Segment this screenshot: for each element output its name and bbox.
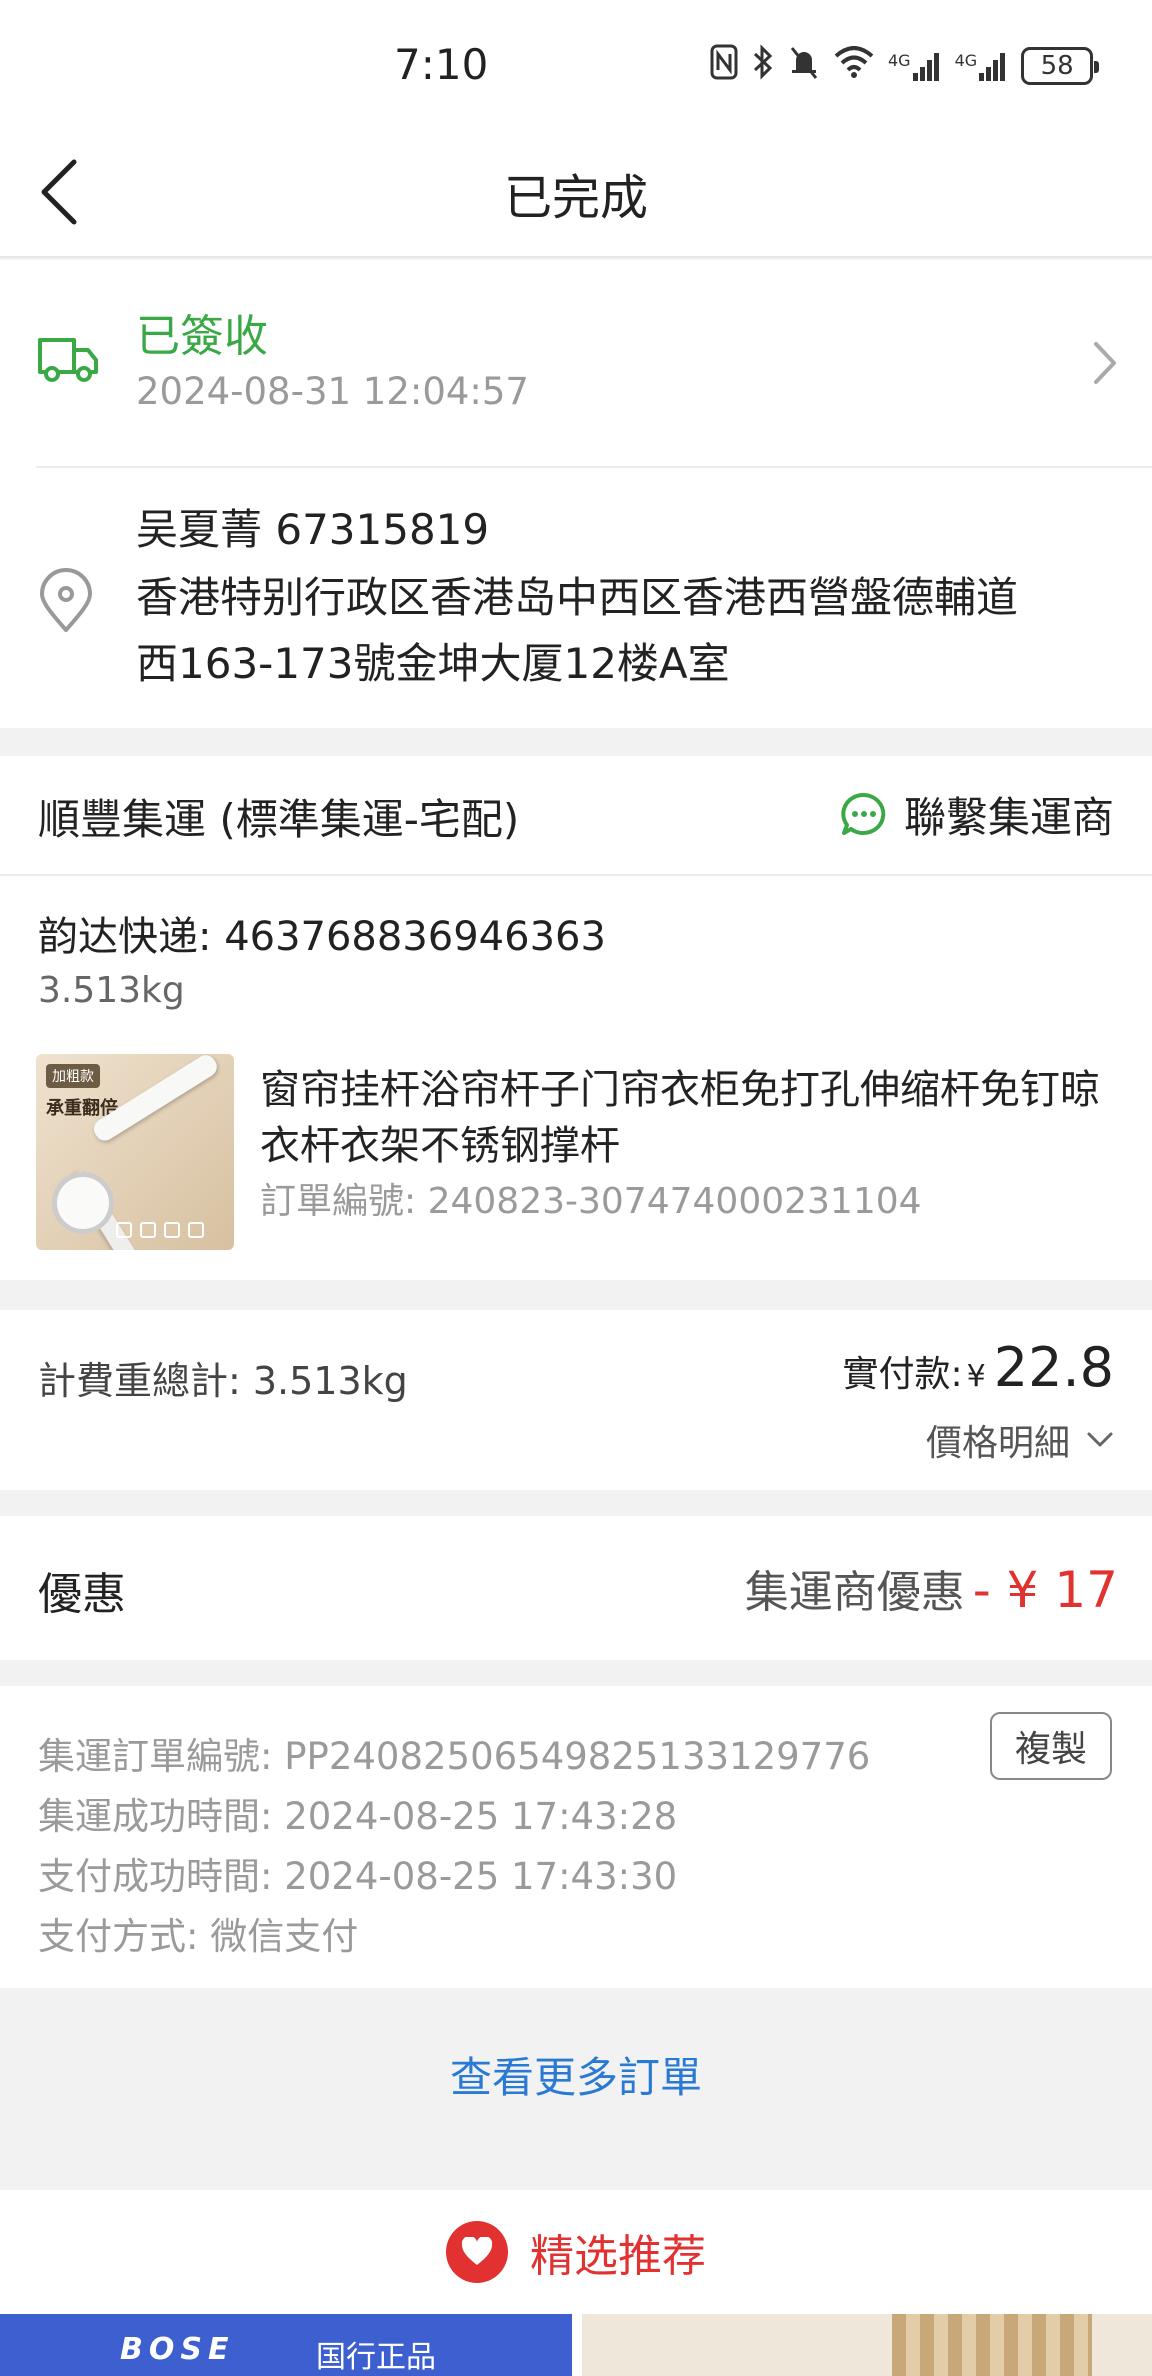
currency-symbol: ¥	[966, 1359, 986, 1394]
recipient-name-phone: 吴夏菁 67315819	[136, 505, 490, 554]
forwarding-success-time: 集運成功時間: 2024-08-25 17:43:28	[38, 1795, 678, 1838]
nav-bar: 已完成	[0, 130, 1152, 258]
cell-signal-icon: 4G	[888, 51, 941, 81]
recommendations-section: 精选推荐 BOSE 国行正品	[0, 2190, 1152, 2376]
product-image[interactable]: 加粗款 承重翻倍	[36, 1054, 234, 1250]
contact-forwarder-button[interactable]: 聯繫集運商	[840, 784, 1114, 845]
divider	[36, 466, 1152, 468]
recommended-product-tile[interactable]	[582, 2314, 1152, 2376]
location-pin-icon	[40, 568, 92, 632]
discount-card: 優惠 集運商優惠 - ¥ 17	[0, 1516, 1152, 1660]
contact-forwarder-label: 聯繫集運商	[903, 793, 1114, 842]
payment-method: 支付方式: 微信支付	[38, 1915, 359, 1958]
battery-icon: 58	[1021, 47, 1100, 85]
order-info-card: 集運訂單編號: PP2408250654982513312977​6 複製 集運…	[0, 1686, 1152, 1988]
status-time: 7:10	[394, 40, 489, 89]
tile-subtitle: 国行正品	[316, 2340, 436, 2375]
delivery-status: 已簽收	[136, 311, 268, 362]
paid-label: 實付款:	[842, 1354, 963, 1395]
nfc-icon	[710, 44, 738, 88]
wifi-icon	[834, 46, 874, 86]
chat-bubble-icon	[841, 792, 886, 835]
billable-weight: 計費重總計: 3.513kg	[38, 1359, 408, 1403]
price-detail-toggle[interactable]: 價格明細	[926, 1414, 1114, 1466]
paid-value: 22.8	[993, 1336, 1114, 1399]
status-bar: 7:10 4G 4G 58	[0, 0, 1152, 130]
price-detail-label: 價格明細	[925, 1423, 1070, 1464]
forwarding-order-number: 集運訂單編號: PP2408250654982513312977​6	[38, 1735, 871, 1778]
address-line-2: 西163-173號金坤大厦12楼A室	[136, 639, 730, 688]
recommended-product-tile[interactable]: BOSE 国行正品	[0, 2314, 572, 2376]
product-name[interactable]: 窗帘挂杆浴帘杆子门帘衣柜免打孔伸缩杆免钉晾衣杆衣架不锈钢撑杆	[260, 1062, 1100, 1174]
page-title: 已完成	[503, 170, 648, 226]
payment-success-time: 支付成功時間: 2024-08-25 17:43:30	[38, 1855, 678, 1898]
shipping-card: 順豐集運 (標準集運-宅配) 聯繫集運商 韵达快递: 4637688369463…	[0, 756, 1152, 1280]
copy-button[interactable]: 複製	[990, 1712, 1112, 1780]
bluetooth-icon	[752, 44, 774, 88]
paid-amount: 實付款: ¥ 22.8	[843, 1336, 1114, 1399]
package-weight: 3.513kg	[38, 970, 185, 1011]
delivery-card: 已簽收 2024-08-31 12:04:57 吴夏菁 67315819 香港特…	[0, 260, 1152, 728]
recommendations-label: 精选推荐	[530, 2231, 706, 2282]
product-order-number: 訂單編號: 240823-307474000231104	[260, 1181, 922, 1222]
divider	[0, 874, 1152, 876]
cell-signal-icon: 4G	[955, 51, 1008, 81]
discount-label: 優惠	[38, 1569, 126, 1620]
delivery-time: 2024-08-31 12:04:57	[136, 370, 529, 413]
discount-value: - ¥ 17	[972, 1561, 1118, 1619]
brand-logo: BOSE	[120, 2332, 235, 2367]
shipping-provider: 順豐集運 (標準集運-宅配)	[38, 795, 520, 844]
view-more-orders-link[interactable]: 查看更多訂單	[0, 2044, 1152, 2105]
product-thumbnail	[892, 2314, 1092, 2376]
truck-icon	[38, 338, 98, 382]
discount-detail: 集運商優惠 - ¥ 17	[745, 1556, 1118, 1620]
heart-icon	[446, 2221, 508, 2283]
recommendations-title: 精选推荐	[0, 2220, 1152, 2284]
address-line-1: 香港特别行政区香港岛中西区香港西營盤德輔道	[136, 573, 1019, 622]
mute-bell-icon	[788, 44, 820, 88]
status-icons: 4G 4G 58	[710, 44, 1100, 88]
chevron-right-icon	[1094, 342, 1116, 384]
discount-type: 集運商優惠	[744, 1567, 965, 1618]
tracking-number: 韵达快递: 463768836946363	[38, 914, 606, 960]
fee-card: 計費重總計: 3.513kg 實付款: ¥ 22.8 價格明細	[0, 1310, 1152, 1490]
chevron-down-icon	[1087, 1432, 1113, 1447]
